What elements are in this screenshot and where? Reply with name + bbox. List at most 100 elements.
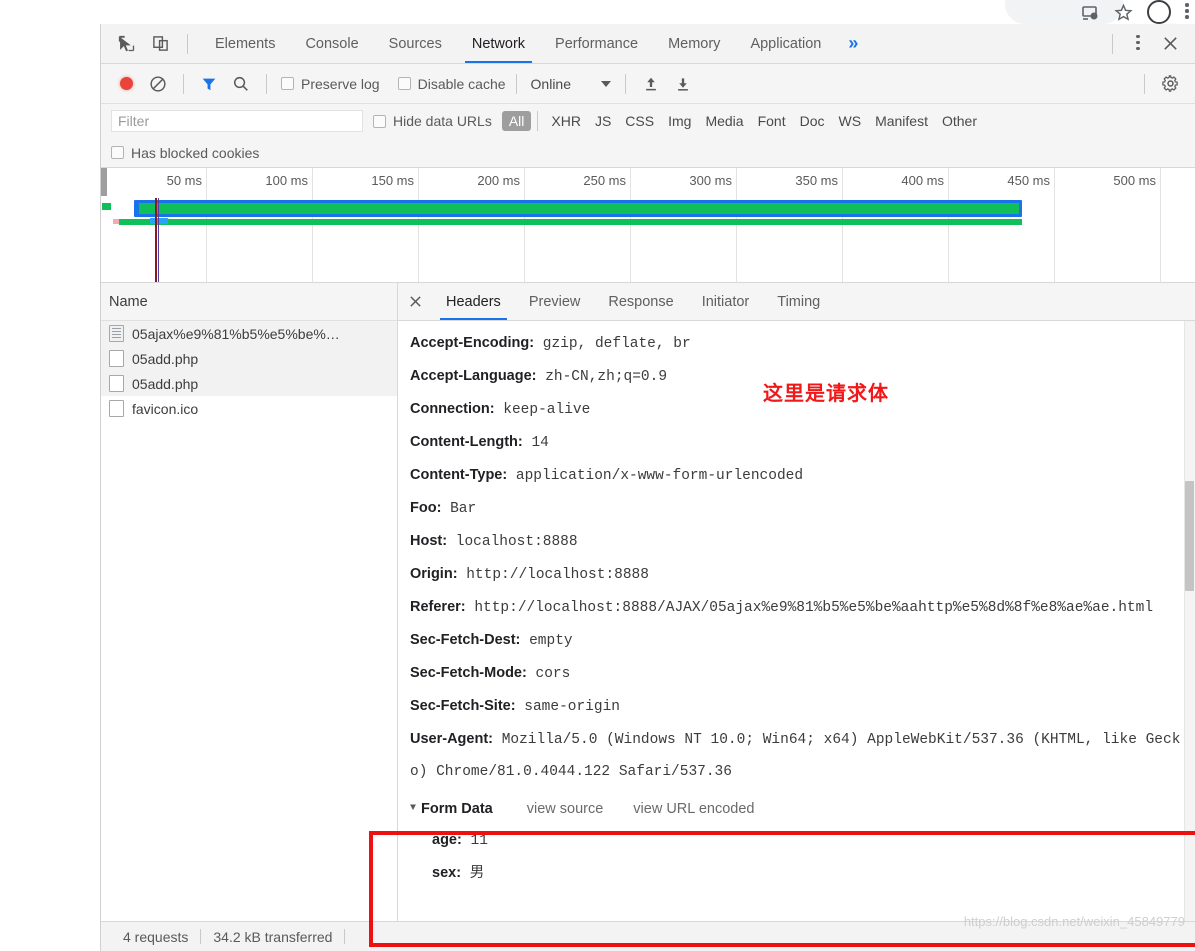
scrollbar-thumb[interactable] bbox=[1185, 481, 1194, 591]
tick-label-450: 450 ms bbox=[1007, 173, 1050, 188]
chrome-menu-icon[interactable] bbox=[1185, 3, 1189, 21]
header-row: Accept-Encoding: gzip, deflate, br bbox=[410, 327, 1183, 360]
tab-headers[interactable]: Headers bbox=[432, 283, 515, 320]
table-row[interactable]: favicon.ico bbox=[101, 396, 397, 421]
file-icon bbox=[109, 400, 124, 417]
header-row: Sec-Fetch-Site: same-origin bbox=[410, 690, 1183, 723]
form-data-key: age: bbox=[432, 832, 462, 848]
table-row[interactable]: 05add.php bbox=[101, 346, 397, 371]
request-list-header[interactable]: Name bbox=[101, 283, 397, 321]
form-data-key: sex: bbox=[432, 865, 462, 881]
type-filter-manifest[interactable]: Manifest bbox=[868, 111, 935, 131]
annotation-request-body: 这里是请求体 bbox=[763, 381, 889, 405]
type-filter-other[interactable]: Other bbox=[935, 111, 984, 131]
type-filter-img[interactable]: Img bbox=[661, 111, 698, 131]
has-blocked-cookies-box[interactable] bbox=[111, 146, 124, 159]
tab-response[interactable]: Response bbox=[594, 283, 687, 320]
hide-data-urls-checkbox[interactable]: Hide data URLs bbox=[373, 113, 492, 129]
network-main-split: Name 05ajax%e9%81%b5%e5%be%… 05add.php 0… bbox=[101, 283, 1195, 921]
file-icon bbox=[109, 350, 124, 367]
export-har-icon[interactable] bbox=[668, 69, 698, 99]
toolbar-divider-3 bbox=[266, 73, 267, 94]
detail-tab-strip: Headers Preview Response Initiator Timin… bbox=[398, 283, 1195, 321]
tab-elements[interactable]: Elements bbox=[200, 24, 290, 63]
view-url-encoded-link[interactable]: view URL encoded bbox=[633, 794, 754, 824]
table-row[interactable]: 05ajax%e9%81%b5%e5%be%… bbox=[101, 321, 397, 346]
chevron-down-icon[interactable]: ▼ bbox=[410, 794, 416, 824]
gear-icon[interactable] bbox=[1155, 69, 1185, 99]
cast-icon[interactable] bbox=[1081, 3, 1100, 22]
tab-timing[interactable]: Timing bbox=[763, 283, 834, 320]
devtools-close-icon[interactable] bbox=[1155, 29, 1185, 59]
type-filter-ws[interactable]: WS bbox=[832, 111, 869, 131]
search-icon[interactable] bbox=[226, 69, 256, 99]
header-row: User-Agent: Mozilla/5.0 (Windows NT 10.0… bbox=[410, 723, 1183, 788]
header-row: Origin: http://localhost:8888 bbox=[410, 558, 1183, 591]
tab-initiator[interactable]: Initiator bbox=[688, 283, 764, 320]
header-row: Sec-Fetch-Dest: empty bbox=[410, 624, 1183, 657]
header-value: zh-CN,zh;q=0.9 bbox=[545, 369, 668, 385]
request-name: 05add.php bbox=[132, 350, 199, 367]
close-icon[interactable] bbox=[398, 283, 432, 320]
clear-button[interactable] bbox=[143, 69, 173, 99]
tick-label-400: 400 ms bbox=[901, 173, 944, 188]
funnel-filter-icon[interactable] bbox=[194, 69, 224, 99]
network-overview-timeline[interactable]: 50 ms 100 ms 150 ms 200 ms 250 ms 300 ms… bbox=[101, 168, 1195, 283]
record-button[interactable] bbox=[111, 69, 141, 99]
import-har-icon[interactable] bbox=[636, 69, 666, 99]
inspect-element-icon[interactable] bbox=[111, 29, 141, 59]
toggle-device-toolbar-icon[interactable] bbox=[145, 29, 175, 59]
throttling-select[interactable]: Online bbox=[527, 76, 615, 92]
tab-memory[interactable]: Memory bbox=[653, 24, 735, 63]
tick-label-350: 350 ms bbox=[795, 173, 838, 188]
tab-preview[interactable]: Preview bbox=[515, 283, 595, 320]
tick-label-200: 200 ms bbox=[477, 173, 520, 188]
tab-sources[interactable]: Sources bbox=[374, 24, 457, 63]
request-name: 05add.php bbox=[132, 375, 199, 392]
tab-performance[interactable]: Performance bbox=[540, 24, 653, 63]
toolbar-divider-6 bbox=[1144, 73, 1145, 94]
header-key: Sec-Fetch-Site: bbox=[410, 698, 516, 714]
disable-cache-checkbox[interactable]: Disable cache bbox=[397, 76, 506, 92]
toolbar-divider-5 bbox=[625, 73, 626, 94]
status-divider-2 bbox=[344, 929, 346, 944]
hide-data-urls-box[interactable] bbox=[373, 114, 386, 128]
tab-console[interactable]: Console bbox=[290, 24, 373, 63]
bookmark-star-icon[interactable] bbox=[1114, 3, 1133, 22]
header-row: Host: localhost:8888 bbox=[410, 525, 1183, 558]
profile-avatar-icon[interactable] bbox=[1147, 0, 1171, 24]
type-filter-media[interactable]: Media bbox=[698, 111, 750, 131]
overview-bars bbox=[101, 200, 1195, 230]
overview-bar-secondary-blue bbox=[150, 218, 168, 224]
overview-bar-secondary-green bbox=[119, 219, 1022, 225]
devtools-menu-icon[interactable] bbox=[1123, 29, 1153, 59]
header-key: Foo: bbox=[410, 500, 442, 516]
request-name: 05ajax%e9%81%b5%e5%be%… bbox=[132, 325, 340, 342]
type-filter-css[interactable]: CSS bbox=[618, 111, 661, 131]
search-input[interactable] bbox=[111, 110, 363, 132]
tab-network[interactable]: Network bbox=[457, 24, 540, 63]
preserve-log-checkbox[interactable]: Preserve log bbox=[281, 76, 380, 92]
timeline-ruler: 50 ms 100 ms 150 ms 200 ms 250 ms 300 ms… bbox=[101, 168, 1195, 282]
type-filter-font[interactable]: Font bbox=[751, 111, 793, 131]
header-key: Origin: bbox=[410, 566, 458, 582]
preserve-log-box[interactable] bbox=[281, 77, 294, 90]
tab-application[interactable]: Application bbox=[735, 24, 836, 63]
form-data-title: Form Data bbox=[421, 801, 493, 817]
table-row[interactable]: 05add.php bbox=[101, 371, 397, 396]
view-source-link[interactable]: view source bbox=[527, 794, 604, 824]
tick-label-300: 300 ms bbox=[689, 173, 732, 188]
toolbar-divider bbox=[187, 33, 188, 54]
header-row: Foo: Bar bbox=[410, 492, 1183, 525]
type-filter-doc[interactable]: Doc bbox=[793, 111, 832, 131]
more-tabs-icon[interactable]: » bbox=[836, 24, 870, 63]
detail-scrollbar[interactable] bbox=[1184, 321, 1195, 921]
form-data-header: ▼ Form Data view source view URL encoded bbox=[410, 794, 1183, 824]
chevron-down-icon bbox=[601, 80, 611, 87]
type-filter-all[interactable]: All bbox=[501, 111, 532, 131]
type-filter-xhr[interactable]: XHR bbox=[544, 111, 588, 131]
disable-cache-box[interactable] bbox=[397, 77, 411, 90]
type-filter-js[interactable]: JS bbox=[588, 111, 618, 131]
tabbar-right-divider bbox=[1112, 33, 1113, 54]
has-blocked-cookies-checkbox[interactable]: Has blocked cookies bbox=[111, 145, 259, 161]
